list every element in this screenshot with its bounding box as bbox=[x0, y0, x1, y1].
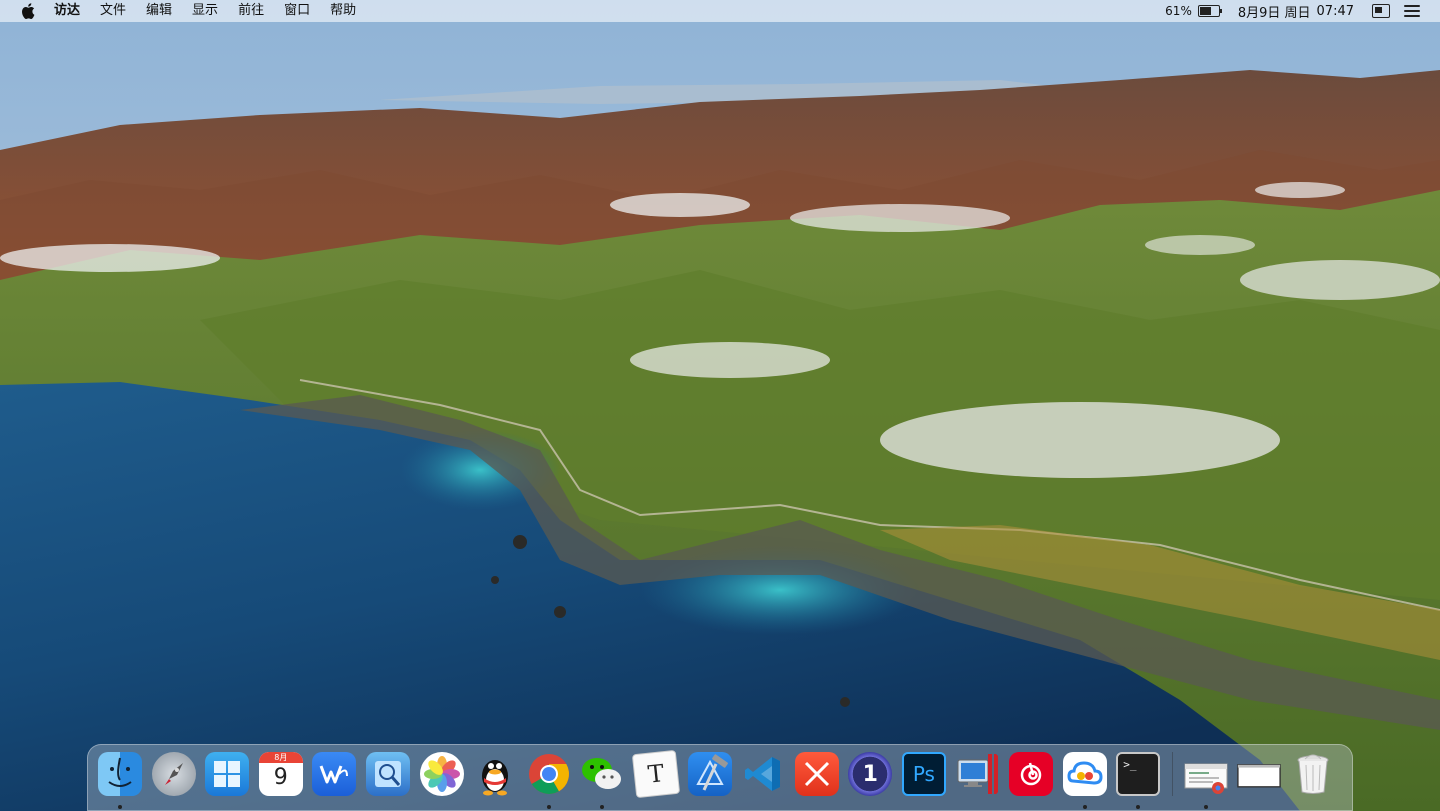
menu-date[interactable]: 8月9日 周日 bbox=[1238, 2, 1311, 21]
calendar-day: 9 bbox=[273, 765, 288, 790]
menu-view[interactable]: 显示 bbox=[182, 0, 228, 22]
chrome-window-icon bbox=[1184, 752, 1228, 796]
trash-icon bbox=[1291, 752, 1335, 796]
onepassword-icon: 1 bbox=[848, 752, 893, 796]
dock-item-xmind[interactable] bbox=[794, 752, 839, 796]
dock-item-wps[interactable] bbox=[312, 752, 357, 796]
menu-file[interactable]: 文件 bbox=[90, 0, 136, 22]
finder-icon bbox=[98, 752, 142, 796]
notification-center-icon[interactable] bbox=[1404, 5, 1420, 17]
calendar-month: 8月 bbox=[258, 752, 303, 763]
menu-app-finder[interactable]: 访达 bbox=[54, 0, 90, 22]
dock-item-blank-window[interactable] bbox=[1237, 752, 1282, 796]
parallels-icon bbox=[956, 752, 1000, 796]
dock-item-finder[interactable] bbox=[98, 752, 142, 809]
dock-item-calendar[interactable]: 8月 9 bbox=[258, 752, 303, 796]
windows-icon bbox=[205, 752, 250, 796]
xcode-icon bbox=[687, 752, 732, 796]
dock-item-photoshop[interactable]: Ps bbox=[901, 752, 946, 796]
chrome-icon bbox=[527, 752, 571, 796]
dock-item-netease-music[interactable] bbox=[1009, 752, 1054, 796]
menu-go[interactable]: 前往 bbox=[228, 0, 274, 22]
menu-bar: 访达 文件 编辑 显示 前往 窗口 帮助 61% 8月9日 周日 07:47 bbox=[0, 0, 1440, 22]
menu-help[interactable]: 帮助 bbox=[320, 0, 366, 22]
running-indicator bbox=[118, 805, 122, 809]
typora-icon: T bbox=[631, 749, 681, 799]
dock-item-baidu-netdisk[interactable] bbox=[1062, 752, 1107, 809]
dock-item-preview[interactable] bbox=[365, 752, 410, 796]
menu-window[interactable]: 窗口 bbox=[274, 0, 320, 22]
dock-item-vscode[interactable] bbox=[741, 752, 785, 796]
running-indicator bbox=[546, 805, 551, 809]
qq-icon bbox=[473, 752, 517, 796]
apple-menu-icon[interactable] bbox=[19, 2, 37, 20]
battery-icon[interactable] bbox=[1197, 5, 1222, 17]
dock-item-qq[interactable] bbox=[473, 752, 517, 796]
typora-letter: T bbox=[646, 759, 666, 789]
dock-item-wechat[interactable] bbox=[580, 752, 624, 809]
running-indicator bbox=[1136, 805, 1141, 809]
terminal-icon: >_ bbox=[1116, 752, 1161, 796]
photos-icon bbox=[419, 752, 464, 796]
dock-item-chrome-window[interactable] bbox=[1184, 752, 1228, 809]
wps-icon bbox=[312, 752, 357, 796]
onepassword-label: 1 bbox=[862, 761, 878, 787]
dock-item-xcode[interactable] bbox=[687, 752, 732, 796]
vscode-icon bbox=[741, 752, 785, 796]
blank-window-icon bbox=[1237, 752, 1282, 796]
desktop-wallpaper bbox=[0, 0, 1440, 811]
photoshop-icon: Ps bbox=[901, 752, 946, 796]
dock-item-photos[interactable] bbox=[419, 752, 464, 796]
dock-item-typora[interactable]: T bbox=[631, 749, 681, 799]
desktop bbox=[0, 0, 1440, 811]
dock: 8月 9 T 1 Ps >_ bbox=[87, 744, 1353, 811]
battery-fill bbox=[1199, 7, 1211, 15]
running-indicator bbox=[1203, 805, 1208, 809]
battery-percentage[interactable]: 61% bbox=[1165, 4, 1192, 18]
xmind-icon bbox=[794, 752, 839, 796]
control-center-icon[interactable] bbox=[1372, 4, 1390, 18]
launchpad-icon bbox=[151, 752, 196, 796]
dock-item-1password[interactable]: 1 bbox=[848, 752, 893, 796]
wechat-icon bbox=[580, 752, 624, 796]
terminal-prompt: >_ bbox=[1123, 758, 1137, 771]
running-indicator bbox=[1082, 805, 1087, 809]
preview-icon bbox=[365, 752, 410, 796]
menu-edit[interactable]: 编辑 bbox=[136, 0, 182, 22]
dock-item-launchpad[interactable] bbox=[151, 752, 196, 796]
dock-item-windows[interactable] bbox=[205, 752, 250, 796]
baidu-netdisk-icon bbox=[1062, 752, 1107, 796]
dock-item-terminal[interactable]: >_ bbox=[1116, 752, 1161, 809]
calendar-icon: 8月 9 bbox=[258, 752, 303, 796]
dock-separator bbox=[1171, 752, 1173, 796]
running-indicator bbox=[600, 805, 605, 809]
dock-item-chrome[interactable] bbox=[527, 752, 571, 809]
photoshop-label: Ps bbox=[912, 762, 935, 786]
netease-music-icon bbox=[1009, 752, 1054, 796]
menu-clock[interactable]: 07:47 bbox=[1317, 4, 1354, 19]
dock-item-parallels[interactable] bbox=[956, 752, 1000, 796]
dock-item-trash[interactable] bbox=[1291, 752, 1335, 796]
